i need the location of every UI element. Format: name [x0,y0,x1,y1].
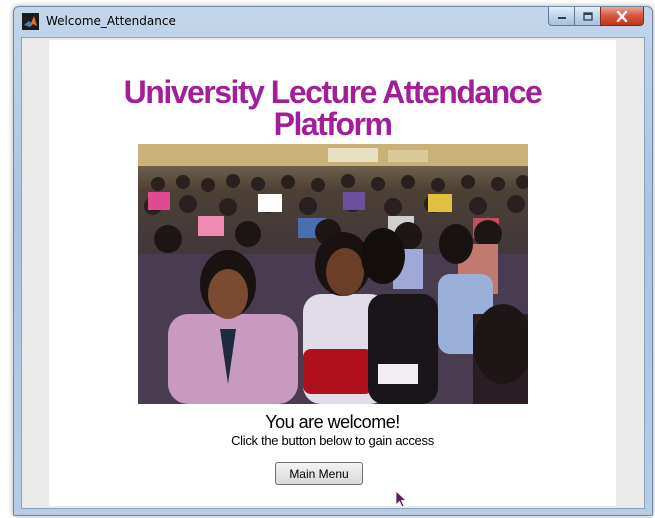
mouse-cursor-icon [395,490,407,508]
instruction-text: Click the button below to gain access [231,433,434,448]
matlab-icon [22,13,39,30]
maximize-icon [582,11,593,21]
app-window: Welcome_Attendance University Lecture At… [13,6,653,516]
minimize-icon [557,17,566,19]
page-title-line2: Platform [273,106,393,142]
lecture-hall-photo [138,144,528,404]
title-bar[interactable]: Welcome_Attendance [14,7,652,37]
content-panel: University Lecture Attendance Platform Y… [49,40,616,508]
close-icon [616,10,628,22]
maximize-button[interactable] [574,7,600,26]
figure-client-area: University Lecture Attendance Platform Y… [21,37,645,509]
window-title: Welcome_Attendance [46,14,176,28]
main-menu-button[interactable]: Main Menu [275,462,363,485]
minimize-button[interactable] [548,7,574,26]
welcome-message: You are welcome! [265,412,400,432]
page-title-line1: University Lecture Attendance [123,74,543,110]
close-button[interactable] [600,7,644,26]
window-controls [548,7,644,27]
